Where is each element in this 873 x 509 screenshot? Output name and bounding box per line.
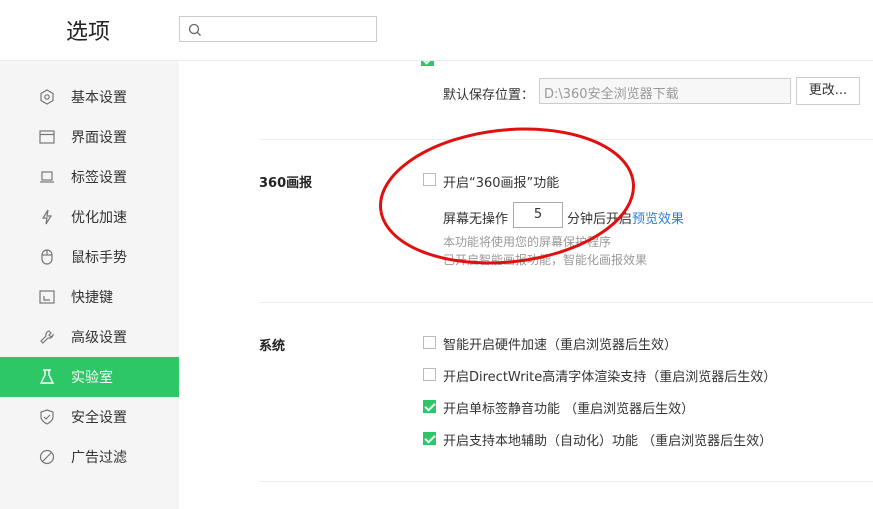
directwrite-label: 开启DirectWrite高清字体渲染支持（重启浏览器后生效） (443, 370, 777, 385)
sidebar-item-label: 广告过滤 (71, 450, 127, 466)
header-bar: 选项 (0, 0, 873, 61)
sidebar-item-label: 实验室 (71, 370, 113, 386)
window-icon (37, 127, 57, 147)
tab-icon (37, 167, 57, 187)
tab-mute-label: 开启单标签静音功能 （重启浏览器后生效） (443, 402, 695, 417)
huabao-note-2: 已开启智能画报功能，智能化画报效果 (443, 253, 648, 267)
sidebar-item-label: 界面设置 (71, 130, 127, 146)
huabao-section-title: 360画报 (259, 176, 313, 191)
settings-content: 默认保存位置： D:\360安全浏览器下载 更改... 360画报 开启“360… (179, 61, 873, 509)
download-path-field[interactable]: D:\360安全浏览器下载 (539, 78, 791, 104)
sidebar-item-speed[interactable]: 优化加速 (0, 197, 179, 237)
sidebar-item-tabs[interactable]: 标签设置 (0, 157, 179, 197)
sidebar-item-interface[interactable]: 界面设置 (0, 117, 179, 157)
mouse-icon (37, 247, 57, 267)
idle-suffix-label: 分钟后开启预览效果 (567, 208, 684, 227)
sidebar-item-basic[interactable]: 基本设置 (0, 77, 179, 117)
sidebar-item-label: 标签设置 (71, 170, 127, 186)
sidebar-item-label: 高级设置 (71, 330, 127, 346)
tab-mute-checkbox[interactable] (423, 400, 436, 413)
divider (259, 481, 873, 482)
sidebar-item-label: 优化加速 (71, 210, 127, 226)
hw-accel-label: 智能开启硬件加速（重启浏览器后生效） (443, 338, 678, 353)
lightning-icon (37, 207, 57, 227)
idle-prefix-label: 屏幕无操作 (443, 212, 509, 227)
hw-accel-checkbox[interactable] (423, 336, 436, 349)
page-title: 选项 (66, 20, 111, 45)
sidebar-item-label: 安全设置 (71, 410, 127, 426)
system-section-title: 系统 (259, 339, 286, 354)
sidebar-item-mouse[interactable]: 鼠标手势 (0, 237, 179, 277)
shield-icon (37, 407, 57, 427)
block-icon (37, 447, 57, 467)
idle-suffix-text: 分钟后开启 (567, 212, 633, 227)
sidebar-item-shortcuts[interactable]: 快捷键 (0, 277, 179, 317)
sidebar-item-label: 快捷键 (71, 290, 113, 306)
partial-checkbox[interactable] (421, 61, 434, 66)
search-icon (188, 23, 201, 36)
divider (259, 302, 873, 303)
sidebar-item-lab[interactable]: 实验室 (0, 357, 179, 397)
change-path-button[interactable]: 更改... (796, 77, 860, 105)
automation-checkbox[interactable] (423, 432, 436, 445)
huabao-enable-checkbox[interactable] (423, 173, 436, 186)
sidebar-item-adblock[interactable]: 广告过滤 (0, 437, 179, 477)
sidebar-item-label: 鼠标手势 (71, 250, 127, 266)
flask-icon (37, 367, 57, 387)
sidebar-item-label: 基本设置 (71, 90, 127, 106)
directwrite-checkbox[interactable] (423, 368, 436, 381)
idle-minutes-input[interactable]: 5 (513, 202, 563, 228)
keyboard-icon (37, 287, 57, 307)
automation-label: 开启支持本地辅助（自动化）功能 （重启浏览器后生效） (443, 434, 773, 449)
huabao-enable-label: 开启“360画报”功能 (443, 176, 560, 191)
wrench-icon (37, 327, 57, 347)
preview-link[interactable]: 预览效果 (632, 212, 684, 227)
search-input[interactable] (179, 16, 377, 42)
sidebar: 基本设置 界面设置 标签设置 优化加速 鼠标手势 快捷键 高级设置 实验室 安全… (0, 61, 179, 509)
huabao-note-1: 本功能将使用您的屏幕保护程序 (443, 235, 612, 249)
divider (259, 139, 873, 140)
download-path-label: 默认保存位置： (443, 88, 535, 103)
sidebar-item-security[interactable]: 安全设置 (0, 397, 179, 437)
hexagon-gear-icon (37, 87, 57, 107)
sidebar-item-advanced[interactable]: 高级设置 (0, 317, 179, 357)
